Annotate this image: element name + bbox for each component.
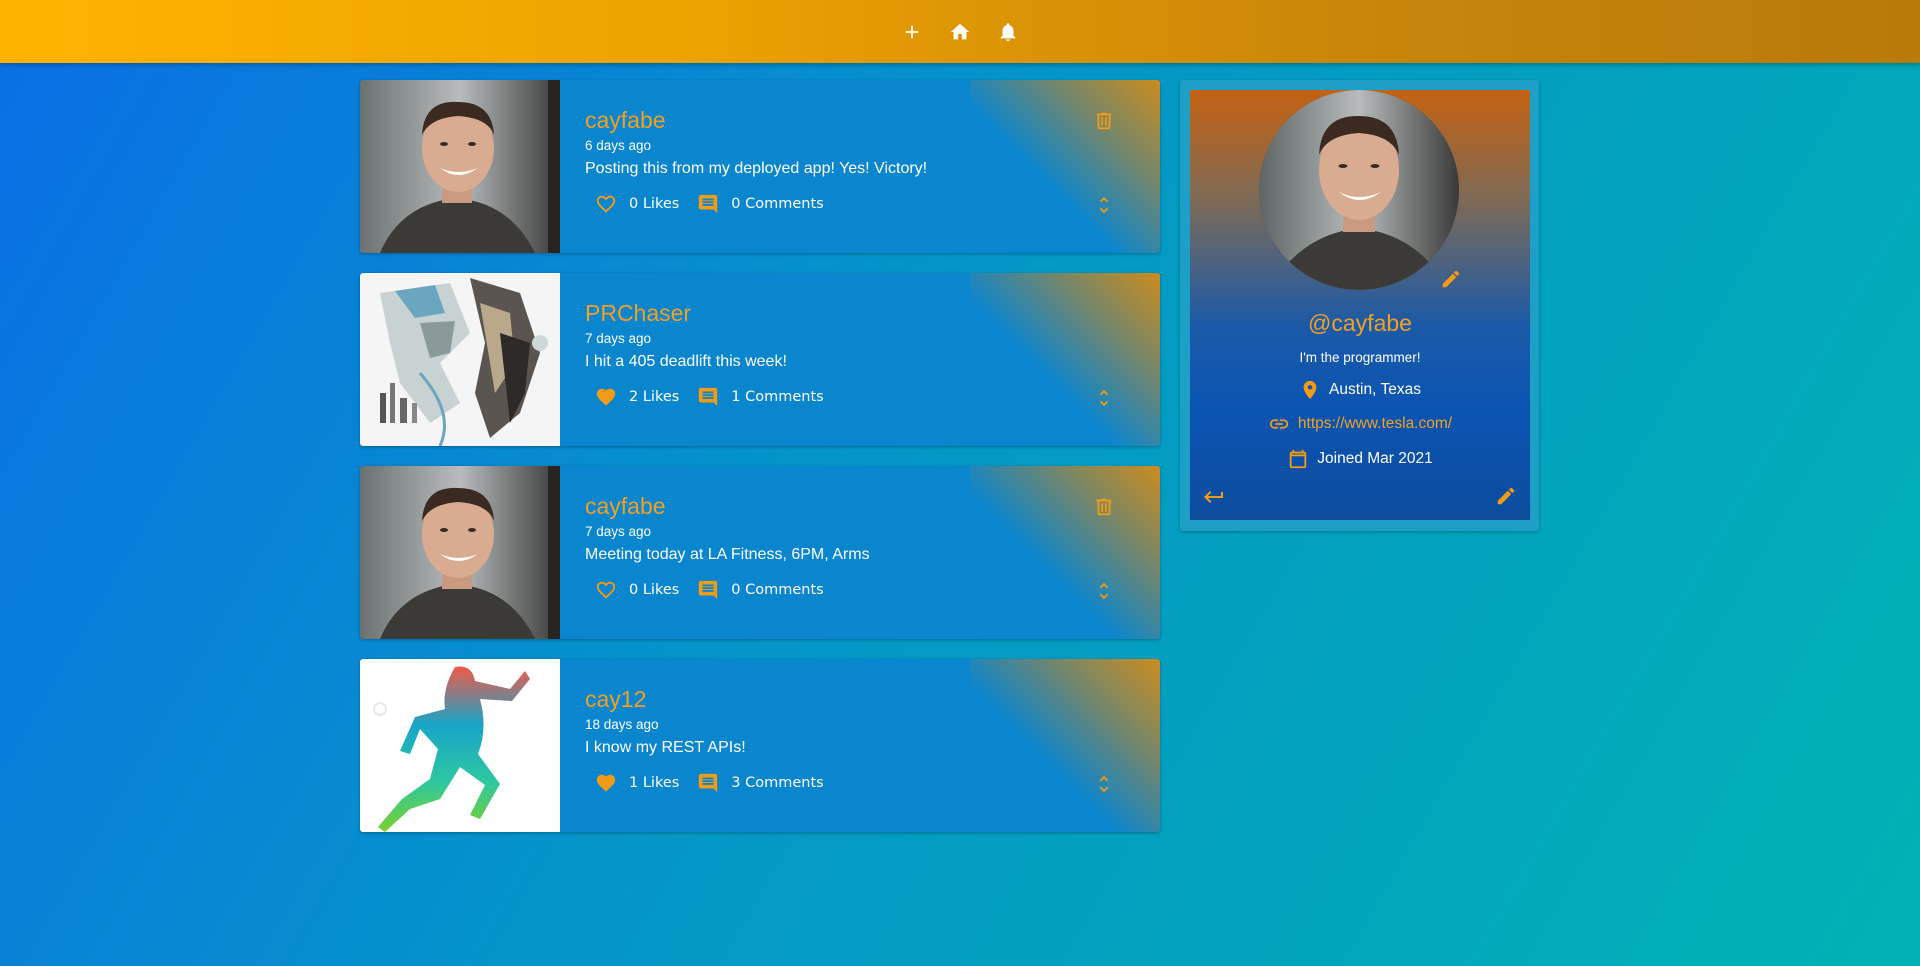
- unfold-more-icon: [1099, 389, 1109, 407]
- link-icon: [1269, 419, 1289, 429]
- joined-text: Joined Mar 2021: [1317, 450, 1433, 467]
- comments-count: 0 Comments: [731, 196, 824, 212]
- edit-profile-button[interactable]: [1495, 485, 1517, 512]
- post-text: Meeting today at LA Fitness, 6PM, Arms: [585, 546, 870, 563]
- profile-joined: Joined Mar 2021: [1190, 448, 1530, 470]
- profile-avatar: [1259, 90, 1459, 290]
- post-username-link[interactable]: cay12: [585, 686, 646, 713]
- heart-outline-icon: [596, 195, 616, 213]
- likes-count: 0 Likes: [629, 196, 680, 212]
- comment-icon: [699, 387, 718, 407]
- post-avatar-image: [360, 273, 560, 446]
- heart-filled-icon: [596, 774, 616, 792]
- post-text: I hit a 405 deadlift this week!: [585, 353, 787, 370]
- return-arrow-icon: [1204, 491, 1223, 503]
- delete-post-button[interactable]: [1093, 110, 1115, 137]
- bell-icon: [1000, 22, 1016, 41]
- home-button[interactable]: [948, 20, 972, 44]
- post-card: cay12 18 days ago I know my REST APIs! 1…: [360, 659, 1160, 832]
- unfold-more-icon: [1099, 582, 1109, 600]
- likes-count: 2 Likes: [629, 389, 680, 405]
- heart-outline-icon: [596, 581, 616, 599]
- comment-icon: [699, 194, 718, 214]
- add-icon: [905, 25, 919, 38]
- logout-button[interactable]: [1202, 485, 1226, 514]
- comment-icon: [699, 580, 718, 600]
- delete-post-button[interactable]: [1093, 496, 1115, 523]
- post-username-link[interactable]: cayfabe: [585, 493, 666, 520]
- comments-count: 1 Comments: [731, 389, 824, 405]
- calendar-icon: [1290, 449, 1307, 469]
- likes-count: 0 Likes: [629, 582, 680, 598]
- profile-location: Austin, Texas: [1190, 379, 1530, 401]
- comments-count: 3 Comments: [731, 775, 824, 791]
- comments-button[interactable]: 0 Comments: [697, 193, 824, 215]
- post-timestamp: 6 days ago: [585, 138, 652, 153]
- comments-count: 0 Comments: [731, 582, 824, 598]
- profile-bio: I'm the programmer!: [1299, 350, 1421, 365]
- trash-icon: [1096, 112, 1112, 130]
- pencil-icon: [1497, 487, 1515, 505]
- profile-card: @cayfabe I'm the programmer! Austin, Tex…: [1180, 80, 1539, 531]
- post-avatar-image: [360, 80, 560, 253]
- comments-button[interactable]: 1 Comments: [697, 386, 824, 408]
- comment-icon: [699, 773, 718, 793]
- post-feed: cayfabe 6 days ago Posting this from my …: [360, 80, 1160, 852]
- home-icon: [950, 23, 970, 39]
- post-avatar-image: [360, 659, 560, 832]
- expand-post-button[interactable]: [1093, 387, 1115, 414]
- profile-handle[interactable]: @cayfabe: [1190, 310, 1530, 337]
- post-text: I know my REST APIs!: [585, 739, 746, 756]
- pencil-icon: [1442, 270, 1460, 288]
- app-bar: [0, 0, 1920, 63]
- post-username-link[interactable]: PRChaser: [585, 300, 691, 327]
- post-username-link[interactable]: cayfabe: [585, 107, 666, 134]
- post-avatar-image: [360, 466, 560, 639]
- heart-filled-icon: [596, 388, 616, 406]
- add-post-button[interactable]: [900, 20, 924, 44]
- like-button[interactable]: 1 Likes: [595, 772, 679, 794]
- website-link[interactable]: https://www.tesla.com/: [1298, 415, 1452, 433]
- expand-post-button[interactable]: [1093, 773, 1115, 800]
- post-timestamp: 18 days ago: [585, 717, 659, 732]
- notifications-button[interactable]: [996, 20, 1020, 44]
- edit-avatar-button[interactable]: [1440, 268, 1462, 295]
- comments-button[interactable]: 3 Comments: [697, 772, 824, 794]
- profile-panel: @cayfabe I'm the programmer! Austin, Tex…: [1190, 90, 1530, 520]
- post-text: Posting this from my deployed app! Yes! …: [585, 160, 928, 177]
- like-button[interactable]: 2 Likes: [595, 386, 679, 408]
- post-card: cayfabe 6 days ago Posting this from my …: [360, 80, 1160, 253]
- profile-website: https://www.tesla.com/: [1190, 413, 1530, 435]
- post-timestamp: 7 days ago: [585, 331, 652, 346]
- expand-post-button[interactable]: [1093, 194, 1115, 221]
- like-button[interactable]: 0 Likes: [595, 193, 679, 215]
- location-text: Austin, Texas: [1329, 381, 1421, 398]
- like-button[interactable]: 0 Likes: [595, 579, 679, 601]
- post-timestamp: 7 days ago: [585, 524, 652, 539]
- unfold-more-icon: [1099, 775, 1109, 793]
- location-pin-icon: [1303, 380, 1317, 400]
- expand-post-button[interactable]: [1093, 580, 1115, 607]
- post-card: PRChaser 7 days ago I hit a 405 deadlift…: [360, 273, 1160, 446]
- post-card: cayfabe 7 days ago Meeting today at LA F…: [360, 466, 1160, 639]
- comments-button[interactable]: 0 Comments: [697, 579, 824, 601]
- unfold-more-icon: [1099, 196, 1109, 214]
- likes-count: 1 Likes: [629, 775, 680, 791]
- trash-icon: [1096, 498, 1112, 516]
